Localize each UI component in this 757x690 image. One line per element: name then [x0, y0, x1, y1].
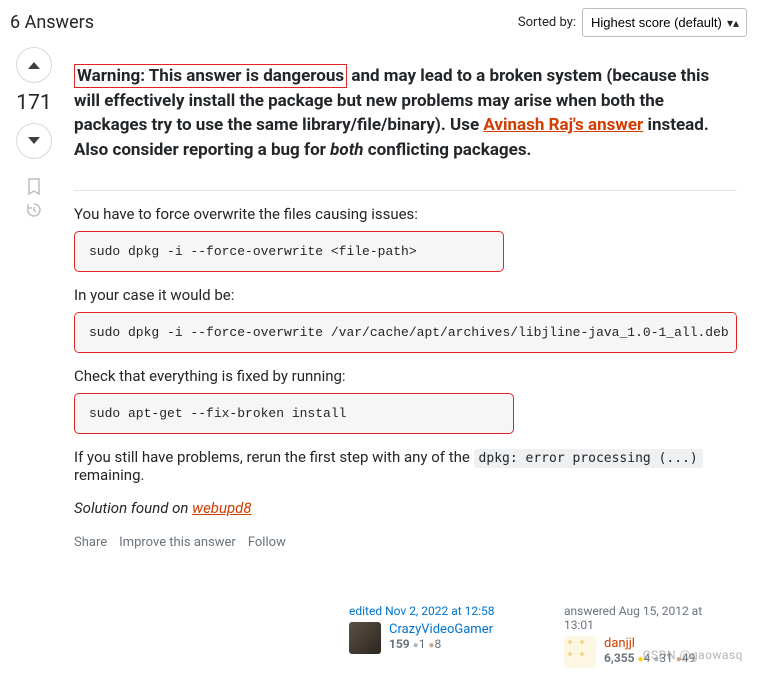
editor-card: edited Nov 2, 2022 at 12:58 CrazyVideoGa…	[341, 598, 526, 674]
upvote-button[interactable]	[16, 47, 52, 83]
answers-count: 6 Answers	[10, 12, 94, 33]
edited-timestamp[interactable]: edited Nov 2, 2022 at 12:58	[349, 604, 518, 618]
editor-avatar[interactable]	[349, 622, 381, 654]
vote-score: 171	[16, 91, 51, 115]
paragraph-check-fixed: Check that everything is fixed by runnin…	[74, 367, 737, 385]
sort-select[interactable]: Highest score (default)	[582, 8, 747, 37]
webupd8-link[interactable]: webupd8	[192, 499, 251, 517]
share-link[interactable]: Share	[74, 535, 107, 550]
paragraph-force-overwrite: You have to force overwrite the files ca…	[74, 205, 737, 223]
improve-answer-link[interactable]: Improve this answer	[119, 535, 236, 550]
inline-code-dpkg-error: dpkg: error processing (...)	[474, 449, 703, 468]
answered-timestamp: answered Aug 15, 2012 at 13:01	[564, 604, 733, 632]
follow-link[interactable]: Follow	[248, 535, 286, 550]
avinash-raj-link[interactable]: Avinash Raj's answer	[483, 115, 643, 135]
paragraph-your-case: In your case it would be:	[74, 286, 737, 304]
code-force-overwrite-template[interactable]: sudo dpkg -i --force-overwrite <file-pat…	[74, 231, 504, 272]
bookmark-icon[interactable]	[25, 177, 43, 195]
code-force-overwrite-example[interactable]: sudo dpkg -i --force-overwrite /var/cach…	[74, 312, 737, 353]
author-username[interactable]: danjjl	[604, 636, 695, 651]
history-icon[interactable]	[25, 201, 43, 219]
paragraph-rerun: If you still have problems, rerun the fi…	[74, 448, 737, 484]
warning-paragraph: Warning: This answer is dangerous and ma…	[74, 64, 737, 163]
code-fix-broken[interactable]: sudo apt-get --fix-broken install	[74, 393, 514, 434]
editor-stats: 159 ●1 ●8	[389, 637, 493, 651]
caret-up-icon	[27, 60, 41, 70]
author-stats: 6,355 ●4 ●31 ●49	[604, 651, 695, 665]
warning-highlight: Warning: This answer is dangerous	[74, 64, 347, 88]
editor-username[interactable]: CrazyVideoGamer	[389, 622, 493, 637]
sorted-by-label: Sorted by:	[518, 15, 576, 30]
caret-down-icon	[27, 136, 41, 146]
solution-source: Solution found on webupd8	[74, 499, 737, 517]
author-avatar[interactable]	[564, 636, 596, 668]
downvote-button[interactable]	[16, 123, 52, 159]
author-card: answered Aug 15, 2012 at 13:01 danjjl 6,…	[556, 598, 741, 674]
